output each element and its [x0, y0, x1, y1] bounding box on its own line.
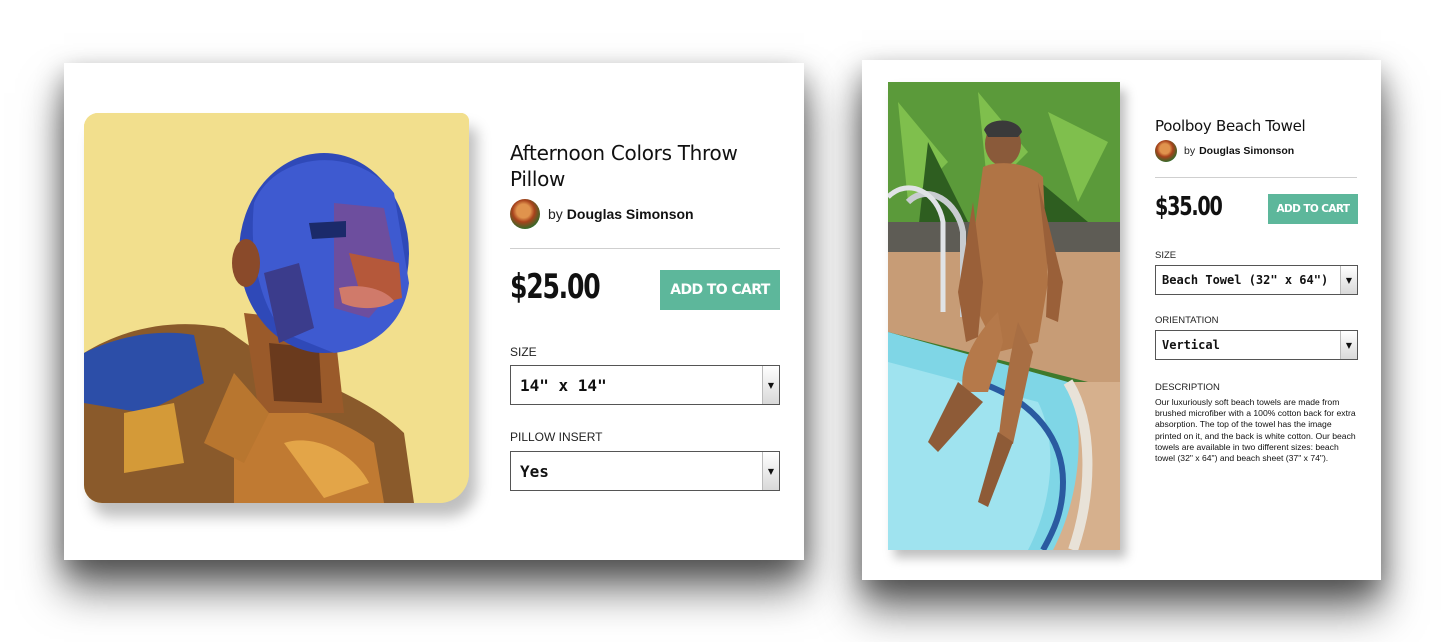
caret-down-icon[interactable]: ▼	[1340, 266, 1357, 294]
product-price: $25.00	[510, 267, 601, 307]
product-price: $35.00	[1155, 192, 1223, 222]
product-card-pillow: Afternoon Colors Throw Pillow by Douglas…	[64, 63, 804, 560]
product-title: Afternoon Colors Throw Pillow	[510, 141, 738, 191]
artist-credit: by Douglas Simonson	[1155, 140, 1294, 162]
orientation-select[interactable]: Vertical ▼	[1155, 330, 1358, 360]
artist-name-link[interactable]: Douglas Simonson	[1199, 145, 1294, 157]
size-label: SIZE	[510, 345, 537, 359]
orientation-select-value: Vertical	[1162, 338, 1220, 352]
pillow-product-image	[84, 113, 469, 503]
artist-avatar	[1155, 140, 1177, 162]
add-to-cart-button[interactable]: ADD TO CART	[660, 270, 780, 310]
product-title: Poolboy Beach Towel	[1155, 117, 1306, 135]
divider	[1155, 177, 1357, 178]
caret-down-icon[interactable]: ▼	[762, 452, 779, 490]
product-description: Our luxuriously soft beach towels are ma…	[1155, 397, 1356, 464]
size-select[interactable]: 14" x 14" ▼	[510, 365, 780, 405]
artist-avatar	[510, 199, 540, 229]
caret-down-icon[interactable]: ▼	[1340, 331, 1357, 359]
size-select-value: Beach Towel (32" x 64")	[1162, 273, 1329, 287]
towel-product-image	[888, 82, 1120, 550]
artist-credit: by Douglas Simonson	[510, 199, 694, 229]
artist-name-link[interactable]: Douglas Simonson	[567, 206, 694, 222]
poolside-photo-image	[888, 82, 1120, 550]
product-card-towel: Poolboy Beach Towel by Douglas Simonson …	[862, 60, 1381, 580]
orientation-label: ORIENTATION	[1155, 315, 1219, 326]
artist-prefix: by	[1184, 145, 1196, 157]
artist-prefix: by	[548, 206, 563, 222]
size-select[interactable]: Beach Towel (32" x 64") ▼	[1155, 265, 1358, 295]
add-to-cart-button[interactable]: ADD TO CART	[1268, 194, 1358, 224]
divider	[510, 248, 780, 249]
description-label: DESCRIPTION	[1155, 382, 1220, 393]
pillow-insert-label: PILLOW INSERT	[510, 430, 603, 444]
size-label: SIZE	[1155, 250, 1177, 261]
caret-down-icon[interactable]: ▼	[762, 366, 779, 404]
size-select-value: 14" x 14"	[520, 375, 607, 395]
pillow-insert-select[interactable]: Yes ▼	[510, 451, 780, 491]
painted-portrait-image	[84, 113, 469, 503]
pillow-insert-select-value: Yes	[520, 461, 549, 481]
